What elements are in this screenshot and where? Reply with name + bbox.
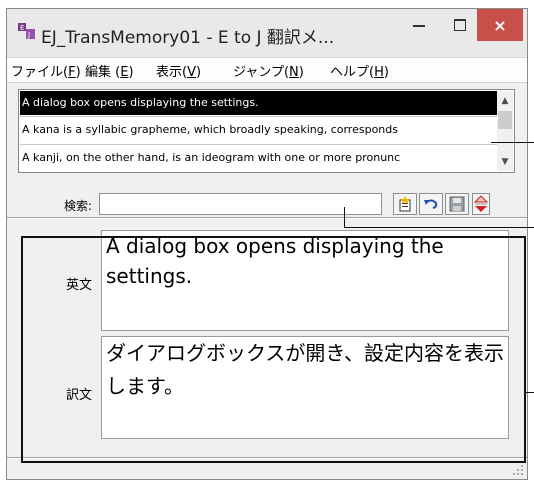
menu-edit[interactable]: 編集 (E) (85, 61, 134, 80)
close-icon: × (493, 15, 507, 35)
svg-text:E: E (20, 24, 24, 32)
minimize-button[interactable] (399, 9, 439, 41)
menu-bar: ファイル(F) 編集 (E) 表示(V) ジャンプ(N) ヘルプ(H) (7, 57, 527, 83)
maximize-icon (454, 19, 466, 31)
move-up-down-button[interactable] (472, 193, 490, 215)
menu-file[interactable]: ファイル(F) (11, 61, 81, 80)
search-callout-line (344, 227, 534, 228)
english-text-field[interactable]: A dialog box opens displaying the settin… (101, 230, 509, 331)
title-bar[interactable]: E J EJ_TransMemory01 - E to J 翻訳メ... × (7, 9, 527, 57)
menu-help[interactable]: ヘルプ(H) (330, 61, 389, 80)
app-window: E J EJ_TransMemory01 - E to J 翻訳メ... × フ… (6, 8, 528, 480)
resize-grip-icon[interactable] (512, 464, 524, 476)
up-down-arrows-icon (474, 195, 488, 212)
list-divider (20, 144, 498, 145)
app-logo-icon: E J (18, 23, 35, 39)
list-scrollbar[interactable]: ▲ ▼ (497, 91, 513, 171)
svg-text:J: J (27, 31, 30, 39)
upper-divider (7, 217, 527, 219)
list-callout-line (491, 142, 534, 143)
save-button[interactable] (445, 193, 469, 215)
search-input[interactable] (99, 193, 382, 215)
minimize-icon (413, 25, 425, 27)
undo-button[interactable] (419, 193, 443, 215)
japanese-text-field[interactable]: ダイアログボックスが開き、設定内容を表示します。 (101, 336, 509, 439)
scroll-up-icon[interactable]: ▲ (497, 93, 513, 109)
status-divider (7, 457, 527, 459)
english-label: 英文 (66, 278, 93, 293)
undo-icon (424, 199, 438, 209)
list-item[interactable]: A dialog box opens displaying the settin… (20, 91, 498, 115)
list-item[interactable]: A kanji, on the other hand, is an ideogr… (20, 146, 498, 170)
close-button[interactable]: × (477, 9, 523, 41)
list-item[interactable]: A kana is a syllabic grapheme, which bro… (20, 118, 498, 142)
maximize-button[interactable] (440, 9, 480, 41)
window-title: EJ_TransMemory01 - E to J 翻訳メ... (41, 28, 335, 48)
scroll-down-icon[interactable]: ▼ (497, 154, 513, 170)
menu-view[interactable]: 表示(V) (156, 61, 201, 80)
add-entry-icon (399, 196, 411, 212)
menu-jump[interactable]: ジャンプ(N) (233, 61, 304, 80)
editor-callout-line (524, 392, 534, 393)
save-icon (449, 196, 465, 212)
search-label: 検索: (64, 199, 93, 213)
search-callout-stem (344, 207, 345, 227)
sentence-list[interactable]: A dialog box opens displaying the settin… (18, 89, 515, 173)
list-divider (20, 116, 498, 117)
add-entry-button[interactable] (393, 193, 417, 215)
scroll-thumb[interactable] (498, 111, 512, 129)
japanese-label: 訳文 (66, 388, 93, 403)
